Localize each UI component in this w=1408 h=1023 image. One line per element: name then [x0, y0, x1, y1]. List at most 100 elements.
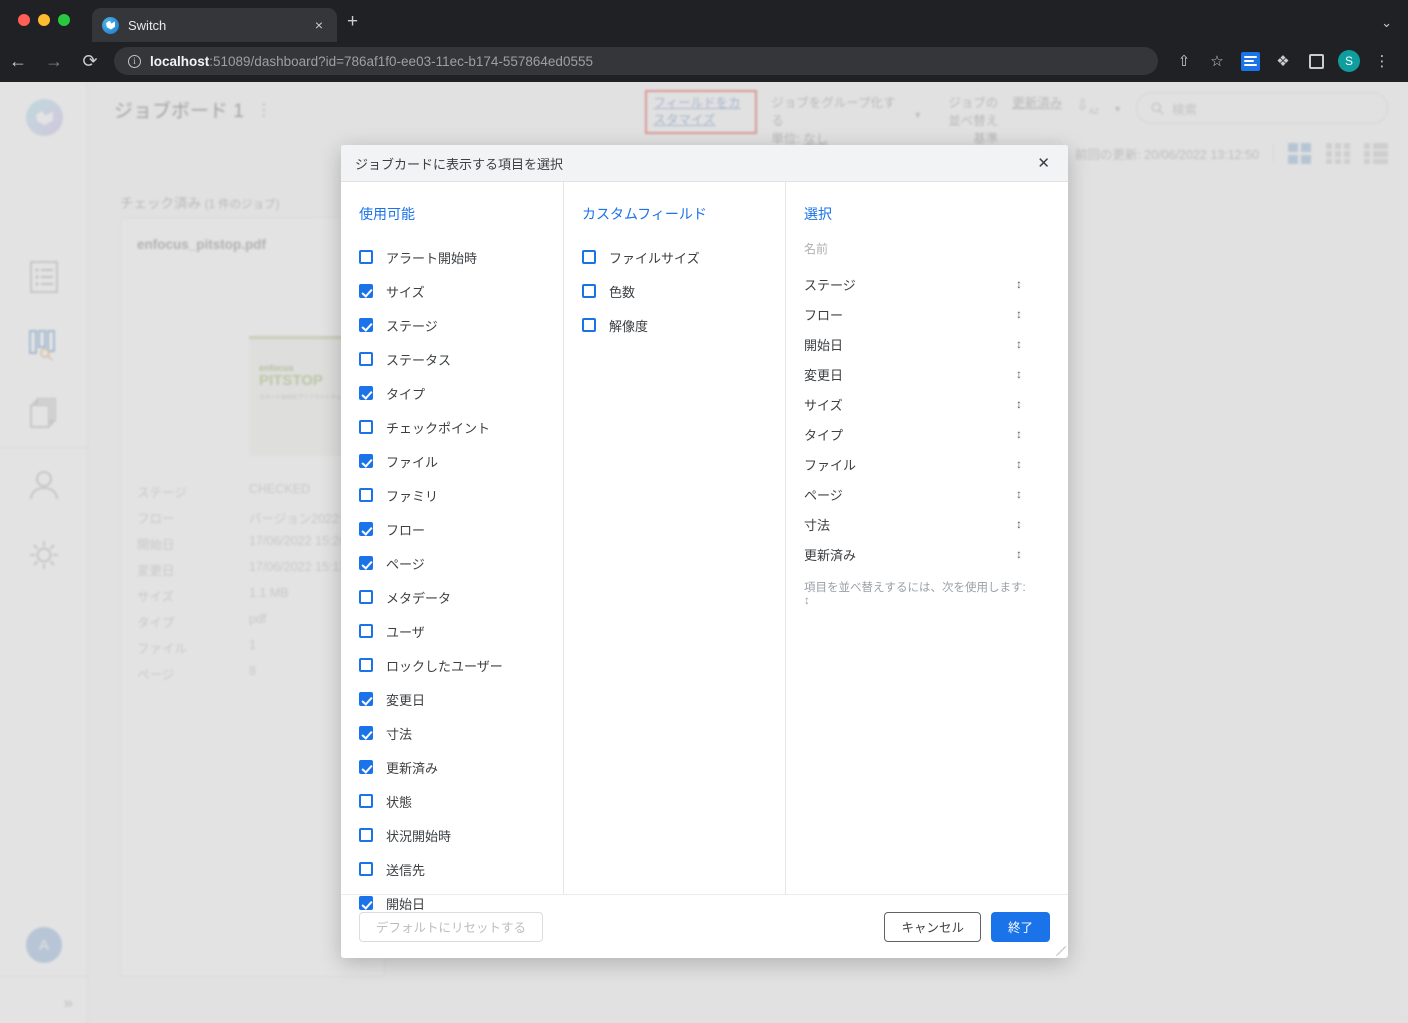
reorder-handle-icon[interactable]: ↕ — [1016, 367, 1022, 381]
checkbox-checked-icon[interactable] — [359, 454, 373, 468]
available-field-item[interactable]: サイズ — [359, 274, 563, 308]
checkbox-unchecked-icon[interactable] — [359, 352, 373, 366]
available-field-item[interactable]: タイプ — [359, 376, 563, 410]
checkbox-unchecked-icon[interactable] — [359, 488, 373, 502]
close-tab-icon[interactable]: × — [311, 15, 327, 35]
checkbox-unchecked-icon[interactable] — [359, 250, 373, 264]
selected-field-label: ステージ — [804, 277, 856, 293]
available-field-item[interactable]: 寸法 — [359, 716, 563, 750]
checkbox-unchecked-icon[interactable] — [359, 828, 373, 842]
cancel-button[interactable]: キャンセル — [884, 911, 981, 942]
available-list: アラート開始時 サイズ ステージ ステータス タイプ チェックポイント ファイルファミリフロ… — [359, 240, 563, 920]
selected-field-label: 開始日 — [804, 337, 844, 353]
share-icon[interactable]: ⇧ — [1170, 47, 1198, 75]
checkbox-checked-icon[interactable] — [359, 726, 373, 740]
checkbox-checked-icon[interactable] — [359, 692, 373, 706]
side-panel-icon[interactable] — [1302, 47, 1330, 75]
selected-field-row[interactable]: 開始日 ↕ — [804, 329, 1048, 359]
selected-field-row[interactable]: サイズ ↕ — [804, 389, 1048, 419]
selected-field-row[interactable]: 更新済み ↕ — [804, 539, 1048, 569]
window-traffic-lights[interactable] — [18, 14, 70, 26]
checkbox-checked-icon[interactable] — [359, 284, 373, 298]
available-field-item[interactable]: ページ — [359, 546, 563, 580]
checkbox-unchecked-icon[interactable] — [582, 284, 596, 298]
available-field-label: ファミリ — [386, 488, 439, 504]
reorder-handle-icon[interactable]: ↕ — [1016, 307, 1022, 321]
custom-field-item[interactable]: 色数 — [582, 274, 785, 308]
extensions-puzzle-icon[interactable]: ❖ — [1269, 47, 1297, 75]
available-field-item[interactable]: 変更日 — [359, 682, 563, 716]
dialog-footer: デフォルトにリセットする キャンセル 終了 — [341, 894, 1068, 958]
selected-field-row[interactable]: フロー ↕ — [804, 299, 1048, 329]
checkbox-unchecked-icon[interactable] — [359, 624, 373, 638]
reload-button[interactable]: ⟳ — [72, 51, 108, 72]
checkbox-checked-icon[interactable] — [359, 522, 373, 536]
dialog-header: ジョブカードに表示する項目を選択 ✕ — [341, 145, 1068, 182]
custom-field-item[interactable]: ファイルサイズ — [582, 240, 785, 274]
available-field-item[interactable]: フロー — [359, 512, 563, 546]
available-field-item[interactable]: ステータス — [359, 342, 563, 376]
reorder-handle-icon[interactable]: ↕ — [1016, 517, 1022, 531]
maximize-window-icon[interactable] — [58, 14, 70, 26]
minimize-window-icon[interactable] — [38, 14, 50, 26]
selected-field-row[interactable]: 変更日 ↕ — [804, 359, 1048, 389]
browser-menu-icon[interactable]: ⋮ — [1368, 47, 1396, 75]
close-icon[interactable]: ✕ — [1033, 152, 1054, 174]
selected-field-row[interactable]: ステージ ↕ — [804, 269, 1048, 299]
checkbox-unchecked-icon[interactable] — [582, 318, 596, 332]
resize-grip[interactable] — [1056, 946, 1066, 956]
selected-field-label: 変更日 — [804, 367, 844, 383]
reorder-handle-icon[interactable]: ↕ — [1016, 547, 1022, 561]
checkbox-checked-icon[interactable] — [359, 318, 373, 332]
reading-list-extension-icon[interactable] — [1236, 47, 1264, 75]
checkbox-unchecked-icon[interactable] — [359, 862, 373, 876]
available-field-item[interactable]: ファミリ — [359, 478, 563, 512]
checkbox-unchecked-icon[interactable] — [359, 420, 373, 434]
available-field-item[interactable]: ファイル — [359, 444, 563, 478]
forward-button[interactable]: → — [36, 51, 72, 72]
browser-chrome: Switch × + ⌄ ← → ⟳ i localhost:51089/das… — [0, 0, 1408, 82]
browser-tab[interactable]: Switch × — [92, 8, 337, 42]
selected-field-label: サイズ — [804, 397, 843, 413]
available-field-item[interactable]: 更新済み — [359, 750, 563, 784]
selected-field-row[interactable]: タイプ ↕ — [804, 419, 1048, 449]
available-field-item[interactable]: ロックしたユーザー — [359, 648, 563, 682]
reorder-handle-icon[interactable]: ↕ — [1016, 277, 1022, 291]
available-field-item[interactable]: ステージ — [359, 308, 563, 342]
reorder-handle-icon[interactable]: ↕ — [1016, 457, 1022, 471]
checkbox-checked-icon[interactable] — [359, 556, 373, 570]
reorder-handle-icon[interactable]: ↕ — [1016, 427, 1022, 441]
profile-avatar[interactable]: S — [1335, 47, 1363, 75]
address-bar[interactable]: i localhost:51089/dashboard?id=786af1f0-… — [114, 47, 1158, 75]
back-button[interactable]: ← — [0, 51, 36, 72]
checkbox-unchecked-icon[interactable] — [359, 658, 373, 672]
custom-field-item[interactable]: 解像度 — [582, 308, 785, 342]
available-field-item[interactable]: ユーザ — [359, 614, 563, 648]
reorder-handle-icon[interactable]: ↕ — [1016, 487, 1022, 501]
available-field-item[interactable]: メタデータ — [359, 580, 563, 614]
checkbox-checked-icon[interactable] — [359, 760, 373, 774]
site-info-icon[interactable]: i — [128, 54, 141, 68]
available-field-item[interactable]: 状態 — [359, 784, 563, 818]
available-field-item[interactable]: 状況開始時 — [359, 818, 563, 852]
available-field-item[interactable]: アラート開始時 — [359, 240, 563, 274]
done-button[interactable]: 終了 — [990, 911, 1050, 942]
selected-field-row[interactable]: ページ ↕ — [804, 479, 1048, 509]
checkbox-unchecked-icon[interactable] — [359, 590, 373, 604]
checkbox-unchecked-icon[interactable] — [582, 250, 596, 264]
new-tab-icon[interactable]: + — [347, 12, 358, 31]
reorder-handle-icon[interactable]: ↕ — [1016, 337, 1022, 351]
selected-field-row[interactable]: ファイル ↕ — [804, 449, 1048, 479]
selected-field-row[interactable]: 寸法 ↕ — [804, 509, 1048, 539]
checkbox-unchecked-icon[interactable] — [359, 794, 373, 808]
available-field-item[interactable]: チェックポイント — [359, 410, 563, 444]
checkbox-checked-icon[interactable] — [359, 386, 373, 400]
available-field-label: 変更日 — [386, 692, 426, 708]
reorder-handle-icon[interactable]: ↕ — [1016, 397, 1022, 411]
reset-to-default-button[interactable]: デフォルトにリセットする — [359, 911, 544, 942]
bookmark-star-icon[interactable]: ☆ — [1203, 47, 1231, 75]
custom-field-label: ファイルサイズ — [609, 250, 700, 266]
chevron-down-icon[interactable]: ⌄ — [1381, 15, 1392, 31]
available-field-item[interactable]: 送信先 — [359, 852, 563, 886]
close-window-icon[interactable] — [18, 14, 30, 26]
